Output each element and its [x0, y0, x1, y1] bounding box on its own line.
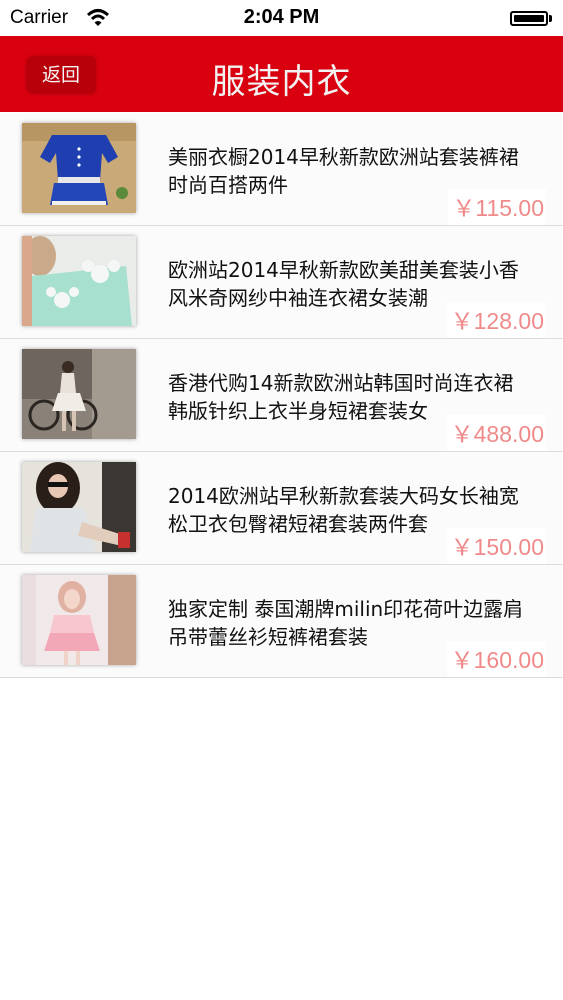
product-image: [22, 123, 136, 213]
product-price: ￥488.00: [446, 415, 546, 451]
product-image: [22, 349, 136, 439]
product-row[interactable]: 2014欧洲站早秋新款套装大码女长袖宽松卫衣包臀裙短裙套装两件套 ￥150.00: [0, 452, 563, 565]
product-price: ￥128.00: [446, 302, 546, 338]
status-bar: Carrier 2:04 PM: [0, 0, 563, 36]
product-row[interactable]: 美丽衣橱2014早秋新款欧洲站套装裤裙时尚百搭两件 ￥115.00: [0, 113, 563, 226]
clock: 2:04 PM: [243, 6, 320, 28]
product-image: [22, 462, 136, 552]
product-image: [22, 575, 136, 665]
page-title: 服装内衣: [211, 62, 352, 102]
battery-icon: [510, 11, 548, 26]
product-price: ￥150.00: [446, 528, 546, 564]
product-price: ￥160.00: [446, 641, 546, 677]
product-image: [22, 236, 136, 326]
product-price: ￥115.00: [448, 189, 546, 225]
battery-tip: [549, 15, 552, 22]
navigation-bar: 返回 服装内衣: [0, 36, 563, 112]
product-row[interactable]: 香港代购14新款欧洲站韩国时尚连衣裙韩版针织上衣半身短裙套装女 ￥488.00: [0, 339, 563, 452]
product-row[interactable]: 独家定制 泰国潮牌milin印花荷叶边露肩吊带蕾丝衫短裤裙套装 ￥160.00: [0, 565, 563, 678]
product-list: 美丽衣橱2014早秋新款欧洲站套装裤裙时尚百搭两件 ￥115.00 欧洲站201…: [0, 113, 563, 678]
product-row[interactable]: 欧洲站2014早秋新款欧美甜美套装小香风米奇网纱中袖连衣裙女装潮 ￥128.00: [0, 226, 563, 339]
